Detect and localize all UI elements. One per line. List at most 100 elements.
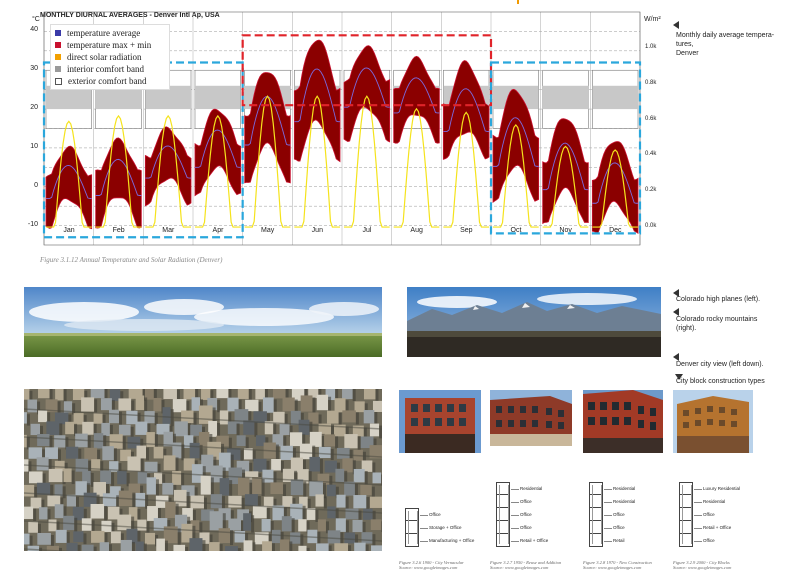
city-building — [335, 468, 345, 483]
city-building — [120, 539, 132, 551]
city-building-shadow — [50, 534, 54, 547]
city-building — [345, 508, 359, 520]
city-building — [137, 519, 147, 531]
photo-note-1: Colorado high planes (left). — [676, 296, 761, 303]
city-building-shadow — [155, 479, 159, 497]
floor-use-label: Office — [613, 512, 625, 517]
interior-comfort-band — [592, 85, 638, 110]
legend-swatch-interior — [55, 66, 61, 72]
city-building — [360, 484, 372, 496]
city-building-shadow — [236, 423, 240, 437]
city-building-shadow — [283, 484, 287, 497]
legend-item: exterior comfort band — [55, 75, 169, 87]
city-building-shadow — [59, 423, 63, 438]
city-building — [228, 518, 242, 531]
floor-leader-line — [511, 489, 519, 490]
city-building-shadow — [275, 444, 279, 461]
city-building-shadow — [348, 545, 352, 551]
city-building-shadow — [229, 480, 233, 498]
city-building — [271, 458, 281, 471]
city-building-shadow — [91, 520, 95, 533]
city-building — [317, 519, 326, 532]
city-building — [282, 397, 295, 412]
city-building — [298, 519, 307, 532]
city-building — [144, 532, 156, 545]
floor-leader-line — [694, 489, 702, 490]
city-building — [110, 531, 121, 544]
city-building — [162, 407, 171, 425]
city-building — [324, 460, 337, 473]
month-label: Nov — [559, 227, 572, 234]
building-figure-caption: Figure 3.2.6 1900 - City Vernacular Sourc… — [399, 560, 464, 570]
city-building — [227, 421, 237, 435]
y2-tick-label: 0.4k — [645, 151, 657, 158]
city-building-shadow — [34, 486, 38, 499]
temperature-band-Feb — [95, 137, 142, 229]
city-building-shadow — [261, 479, 265, 497]
city-building-shadow — [372, 462, 376, 474]
city-building — [135, 395, 145, 411]
city-building-shadow — [266, 507, 270, 521]
city-building — [146, 477, 156, 495]
month-label: Jul — [362, 227, 372, 234]
city-building — [262, 541, 272, 551]
building-figure-caption: Figure 3.2.8 1970 - New Construction Sour… — [583, 560, 652, 570]
city-building-shadow — [131, 541, 135, 551]
city-building — [28, 521, 38, 533]
city-building — [326, 484, 336, 497]
y2-tick-label: 0.2k — [645, 187, 657, 194]
y-tick-label: 0 — [34, 181, 38, 189]
city-building — [326, 410, 339, 424]
city-building-shadow — [26, 414, 30, 426]
temperature-band-Jun — [293, 39, 341, 163]
city-building — [236, 435, 246, 447]
legend-swatch-exterior — [55, 77, 62, 85]
city-building — [38, 410, 48, 423]
city-building — [174, 421, 188, 437]
city-building — [363, 410, 375, 424]
city-building-shadow — [144, 397, 148, 413]
floor-use-label: Office — [703, 512, 715, 517]
city-building — [135, 421, 148, 435]
city-building — [93, 412, 103, 424]
floor-use-label: Retail + Office — [520, 538, 549, 543]
city-building-shadow — [366, 497, 370, 511]
city-building — [237, 477, 250, 496]
city-building-shadow — [271, 543, 275, 551]
city-building-shadow — [371, 486, 375, 498]
city-building — [335, 518, 346, 532]
month-label: Jun — [311, 227, 323, 234]
city-building — [218, 528, 231, 544]
city-building-shadow — [248, 389, 252, 401]
building-photo-2000 — [673, 390, 753, 453]
city-building — [55, 389, 64, 401]
city-building-shadow — [335, 436, 339, 449]
city-building — [219, 410, 229, 425]
floor-leader-line — [694, 541, 702, 542]
city-building — [30, 423, 41, 436]
floor-leader-line — [604, 502, 612, 503]
city-building — [162, 482, 174, 495]
city-building — [298, 545, 307, 551]
interior-comfort-band — [542, 85, 589, 110]
city-building — [353, 495, 367, 509]
floor-use-label: Office — [613, 525, 625, 530]
city-building-shadow — [177, 528, 181, 546]
city-building — [244, 494, 258, 507]
y2-tick-label: 0.6k — [645, 115, 657, 122]
city-building — [353, 468, 365, 483]
city-building — [75, 458, 89, 472]
city-building-shadow — [71, 470, 75, 485]
marker-dot — [517, 0, 519, 4]
city-building — [208, 542, 220, 551]
floor-leader-line — [604, 515, 612, 516]
city-building-shadow — [203, 497, 207, 511]
city-building — [118, 424, 131, 436]
month-label: Dec — [609, 227, 622, 234]
city-building-shadow — [104, 505, 108, 521]
city-building — [163, 455, 176, 471]
city-building-shadow — [77, 544, 81, 551]
city-building — [209, 511, 223, 531]
floor-leader-line — [511, 528, 519, 529]
city-building-shadow — [146, 447, 150, 461]
